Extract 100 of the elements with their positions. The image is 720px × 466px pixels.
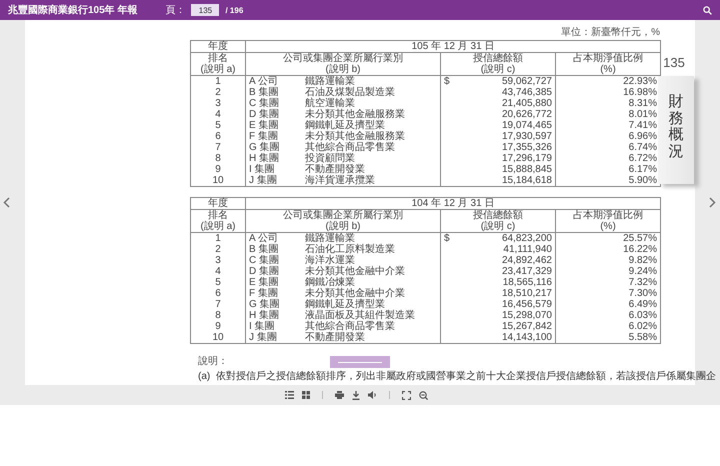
column-header: 占本期淨值比例: [572, 210, 644, 221]
amount-cell: 41,111,940: [503, 244, 552, 255]
amount-cell: 24,892,462: [502, 255, 552, 266]
note-text: 依對授信戶之授信總餘額排序，列出非屬政府或國營事業之前十大企業授信戶授信總餘額，若該授信戶係屬集團企: [216, 370, 716, 384]
rank-cell: 1: [215, 233, 221, 244]
previous-page-icon[interactable]: [3, 197, 10, 208]
company-name: D 集團: [249, 109, 280, 120]
company-name: F 集團: [249, 288, 279, 299]
download-icon[interactable]: [352, 390, 360, 400]
date-header: 104 年 12 月 31 日: [412, 198, 494, 209]
print-icon[interactable]: [334, 391, 344, 399]
industry-name: 鋼鐵軋延及擠型業: [305, 299, 385, 310]
amount-cell: 18,565,116: [502, 277, 552, 288]
rank-cell: 3: [215, 255, 221, 266]
amount-cell: 17,296,179: [502, 153, 552, 164]
industry-name: 鋼鐵冶煉業: [305, 277, 355, 288]
rank-cell: 5: [215, 277, 221, 288]
ratio-cell: 16.98%: [623, 87, 658, 98]
column-note: (說明 b): [324, 221, 362, 232]
ratio-cell: 6.49%: [628, 299, 658, 310]
column-header: 排名: [208, 210, 229, 221]
page-number-field[interactable]: 135: [191, 4, 220, 16]
industry-name: 海洋貨運承攬業: [305, 175, 375, 186]
ratio-cell: 8.31%: [628, 98, 658, 109]
ratio-cell: 22.93%: [623, 76, 658, 87]
company-name: B 集團: [249, 244, 280, 255]
amount-cell: 15,298,070: [502, 310, 552, 321]
year-header: 年度: [208, 198, 228, 209]
rank-cell: 6: [215, 288, 221, 299]
company-name: C 集團: [249, 98, 280, 109]
amount-cell: 15,184,618: [502, 175, 552, 186]
rank-cell: 2: [215, 87, 221, 98]
rank-cell: 9: [215, 164, 221, 175]
grid-icon[interactable]: [302, 391, 310, 399]
amount-cell: 15,888,845: [502, 164, 552, 175]
column-header: 占本期淨值比例: [572, 53, 644, 64]
notes-title: 說明：: [198, 354, 228, 369]
rank-cell: 3: [215, 98, 221, 109]
ratio-cell: 16.22%: [623, 244, 658, 255]
rank-cell: 9: [215, 321, 221, 332]
ratio-cell: 6.74%: [628, 142, 658, 153]
industry-name: 未分類其他金融中介業: [305, 288, 405, 299]
note-label: (a): [198, 370, 210, 384]
industry-name: 未分類其他金融服務業: [305, 109, 405, 120]
fullscreen-icon[interactable]: [402, 390, 410, 400]
date-header: 105 年 12 月 31 日: [412, 41, 494, 52]
page-total: / 196: [225, 6, 244, 14]
ratio-cell: 6.02%: [628, 321, 658, 332]
rank-cell: 8: [215, 153, 221, 164]
industry-name: 石油及煤製品製造業: [305, 87, 395, 98]
list-icon[interactable]: [284, 391, 294, 399]
ratio-cell: 9.82%: [628, 255, 658, 266]
currency-sign: $: [444, 76, 450, 87]
column-note: (%): [599, 64, 617, 75]
company-name: C 集團: [249, 255, 280, 266]
next-page-icon[interactable]: [709, 197, 716, 208]
ratio-cell: 8.01%: [628, 109, 658, 120]
page-slider-handle[interactable]: [330, 356, 390, 368]
speaker-icon[interactable]: [368, 391, 376, 399]
company-name: I 集團: [249, 164, 276, 175]
company-name: G 集團: [249, 142, 281, 153]
column-note: (說明 b): [324, 64, 362, 75]
amount-cell: 43,746,385: [502, 87, 552, 98]
rank-cell: 6: [215, 131, 221, 142]
ratio-cell: 6.72%: [628, 153, 658, 164]
industry-name: 石油化工原料製造業: [305, 244, 395, 255]
rank-cell: 7: [215, 142, 221, 153]
company-name: J 集團: [249, 175, 278, 186]
company-name: F 集團: [249, 131, 279, 142]
column-header: 排名: [208, 53, 229, 64]
page-label: 頁：: [165, 4, 186, 17]
industry-name: 航空運輸業: [305, 98, 355, 109]
rank-cell: 2: [215, 244, 221, 255]
column-note: (說明 a): [200, 64, 236, 75]
industry-name: 鐵路運輸業: [305, 233, 355, 244]
ratio-cell: 6.03%: [628, 310, 658, 321]
amount-cell: 16,456,579: [502, 299, 552, 310]
section-label: 財務概況: [668, 94, 684, 162]
ratio-cell: 5.90%: [628, 175, 658, 186]
rank-cell: 1: [215, 76, 221, 87]
amount-cell: 19,074,465: [502, 120, 552, 131]
rank-cell: 10: [212, 332, 224, 343]
company-name: E 集團: [249, 277, 280, 288]
company-name: H 集團: [249, 310, 280, 321]
company-name: H 集團: [249, 153, 280, 164]
unit-note: 單位：新臺幣仟元，%: [560, 27, 660, 39]
zoom-out-icon[interactable]: [418, 390, 428, 400]
industry-name: 其他綜合商品零售業: [305, 321, 395, 332]
industry-name: 投資顧問業: [305, 153, 355, 164]
rank-cell: 7: [215, 299, 221, 310]
column-note: (說明 c): [480, 221, 516, 232]
industry-name: 不動產開發業: [305, 164, 365, 175]
column-header: 公司或集團企業所屬行業別: [282, 53, 404, 64]
rank-cell: 4: [215, 109, 221, 120]
industry-name: 未分類其他金融中介業: [305, 266, 405, 277]
industry-name: 海洋水運業: [305, 255, 355, 266]
industry-name: 液晶面板及其組件製造業: [305, 310, 415, 321]
rank-cell: 4: [215, 266, 221, 277]
document-title: 兆豐國際商業銀行105年 年報: [8, 3, 138, 17]
search-icon[interactable]: [703, 6, 712, 14]
